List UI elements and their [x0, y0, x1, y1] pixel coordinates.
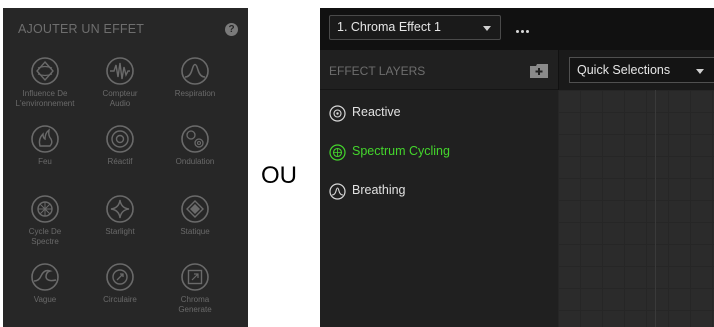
- separator-text: OU: [261, 162, 297, 189]
- effect-label: Feu: [38, 157, 52, 166]
- dot-icon: [521, 30, 524, 33]
- panel-title: AJOUTER UN EFFET: [18, 22, 145, 36]
- dot-icon: [526, 30, 529, 33]
- chroma-generate-icon: [181, 263, 209, 291]
- wave-icon: [31, 263, 59, 291]
- effect-label: Chroma Generate: [178, 295, 212, 314]
- effect-audio-meter[interactable]: Compteur Audio: [81, 56, 159, 109]
- help-icon[interactable]: ?: [225, 23, 238, 36]
- layer-item-spectrum-cycling[interactable]: Spectrum Cycling: [320, 133, 558, 171]
- effect-dropdown-value: 1. Chroma Effect 1: [337, 20, 441, 34]
- effect-breathing[interactable]: Respiration: [156, 56, 234, 99]
- effect-dropdown[interactable]: 1. Chroma Effect 1: [329, 15, 501, 40]
- effect-label: Influence De L'environnement: [15, 89, 75, 108]
- effect-label: Vague: [33, 295, 57, 304]
- quick-selections-bar: Quick Selections: [558, 50, 714, 90]
- quick-selections-dropdown[interactable]: Quick Selections: [569, 57, 714, 83]
- audio-meter-icon: [106, 57, 134, 85]
- effect-starlight[interactable]: Starlight: [81, 194, 159, 237]
- add-folder-icon[interactable]: [530, 64, 548, 78]
- effect-label: Respiration: [174, 89, 216, 98]
- add-effect-panel: AJOUTER UN EFFET ? Influence De L'enviro…: [3, 8, 248, 327]
- dot-icon: [516, 30, 519, 33]
- layer-name: Breathing: [352, 183, 406, 197]
- effect-reactive[interactable]: Réactif: [81, 124, 159, 167]
- layer-name: Spectrum Cycling: [352, 144, 450, 158]
- layer-item-reactive[interactable]: Reactive: [320, 94, 558, 132]
- spectrum-cycling-icon: [31, 195, 59, 223]
- breathing-icon: [181, 57, 209, 85]
- effect-static[interactable]: Statique: [156, 194, 234, 237]
- effect-label: Starlight: [105, 227, 135, 236]
- layer-name: Reactive: [352, 105, 401, 119]
- reactive-icon: [329, 105, 346, 122]
- chevron-down-icon: [483, 26, 491, 31]
- effect-ripple[interactable]: Ondulation: [156, 124, 234, 167]
- effect-spectrum-cycling[interactable]: Cycle De Spectre: [6, 194, 84, 247]
- starlight-icon: [106, 195, 134, 223]
- layer-item-breathing[interactable]: Breathing: [320, 172, 558, 210]
- quick-selections-value: Quick Selections: [577, 63, 671, 77]
- circular-icon: [106, 263, 134, 291]
- layers-header: EFFECT LAYERS: [320, 50, 558, 90]
- effect-label: Cycle De Spectre: [28, 227, 62, 246]
- lighting-grid[interactable]: [558, 90, 714, 327]
- spectrum-cycling-icon: [329, 144, 346, 161]
- effect-label: Circulaire: [103, 295, 137, 304]
- reactive-icon: [106, 125, 134, 153]
- effect-label: Ondulation: [175, 157, 215, 166]
- effect-environment[interactable]: Influence De L'environnement: [6, 56, 84, 109]
- effect-circular[interactable]: Circulaire: [81, 262, 159, 305]
- effect-wave[interactable]: Vague: [6, 262, 84, 305]
- breathing-icon: [329, 183, 346, 200]
- more-options-button[interactable]: [516, 20, 536, 33]
- chevron-down-icon: [696, 69, 704, 74]
- effect-label: Compteur Audio: [102, 89, 138, 108]
- grid-divider: [655, 90, 656, 327]
- fire-icon: [31, 125, 59, 153]
- effect-label: Réactif: [107, 157, 133, 166]
- ripple-icon: [181, 125, 209, 153]
- effect-fire[interactable]: Feu: [6, 124, 84, 167]
- screenshot-stage: AJOUTER UN EFFET ? Influence De L'enviro…: [0, 0, 714, 327]
- effects-editor-panel: 1. Chroma Effect 1 EFFECT LAYERS Reactiv…: [320, 8, 714, 327]
- device-canvas: Quick Selections: [558, 50, 714, 327]
- static-icon: [181, 195, 209, 223]
- effect-toolbar: 1. Chroma Effect 1: [320, 8, 714, 50]
- layers-title: EFFECT LAYERS: [329, 64, 426, 78]
- environment-icon: [31, 57, 59, 85]
- effect-chroma-generate[interactable]: Chroma Generate: [156, 262, 234, 315]
- effect-label: Statique: [180, 227, 210, 236]
- effect-layers-panel: EFFECT LAYERS Reactive Spectrum Cycling …: [320, 50, 558, 327]
